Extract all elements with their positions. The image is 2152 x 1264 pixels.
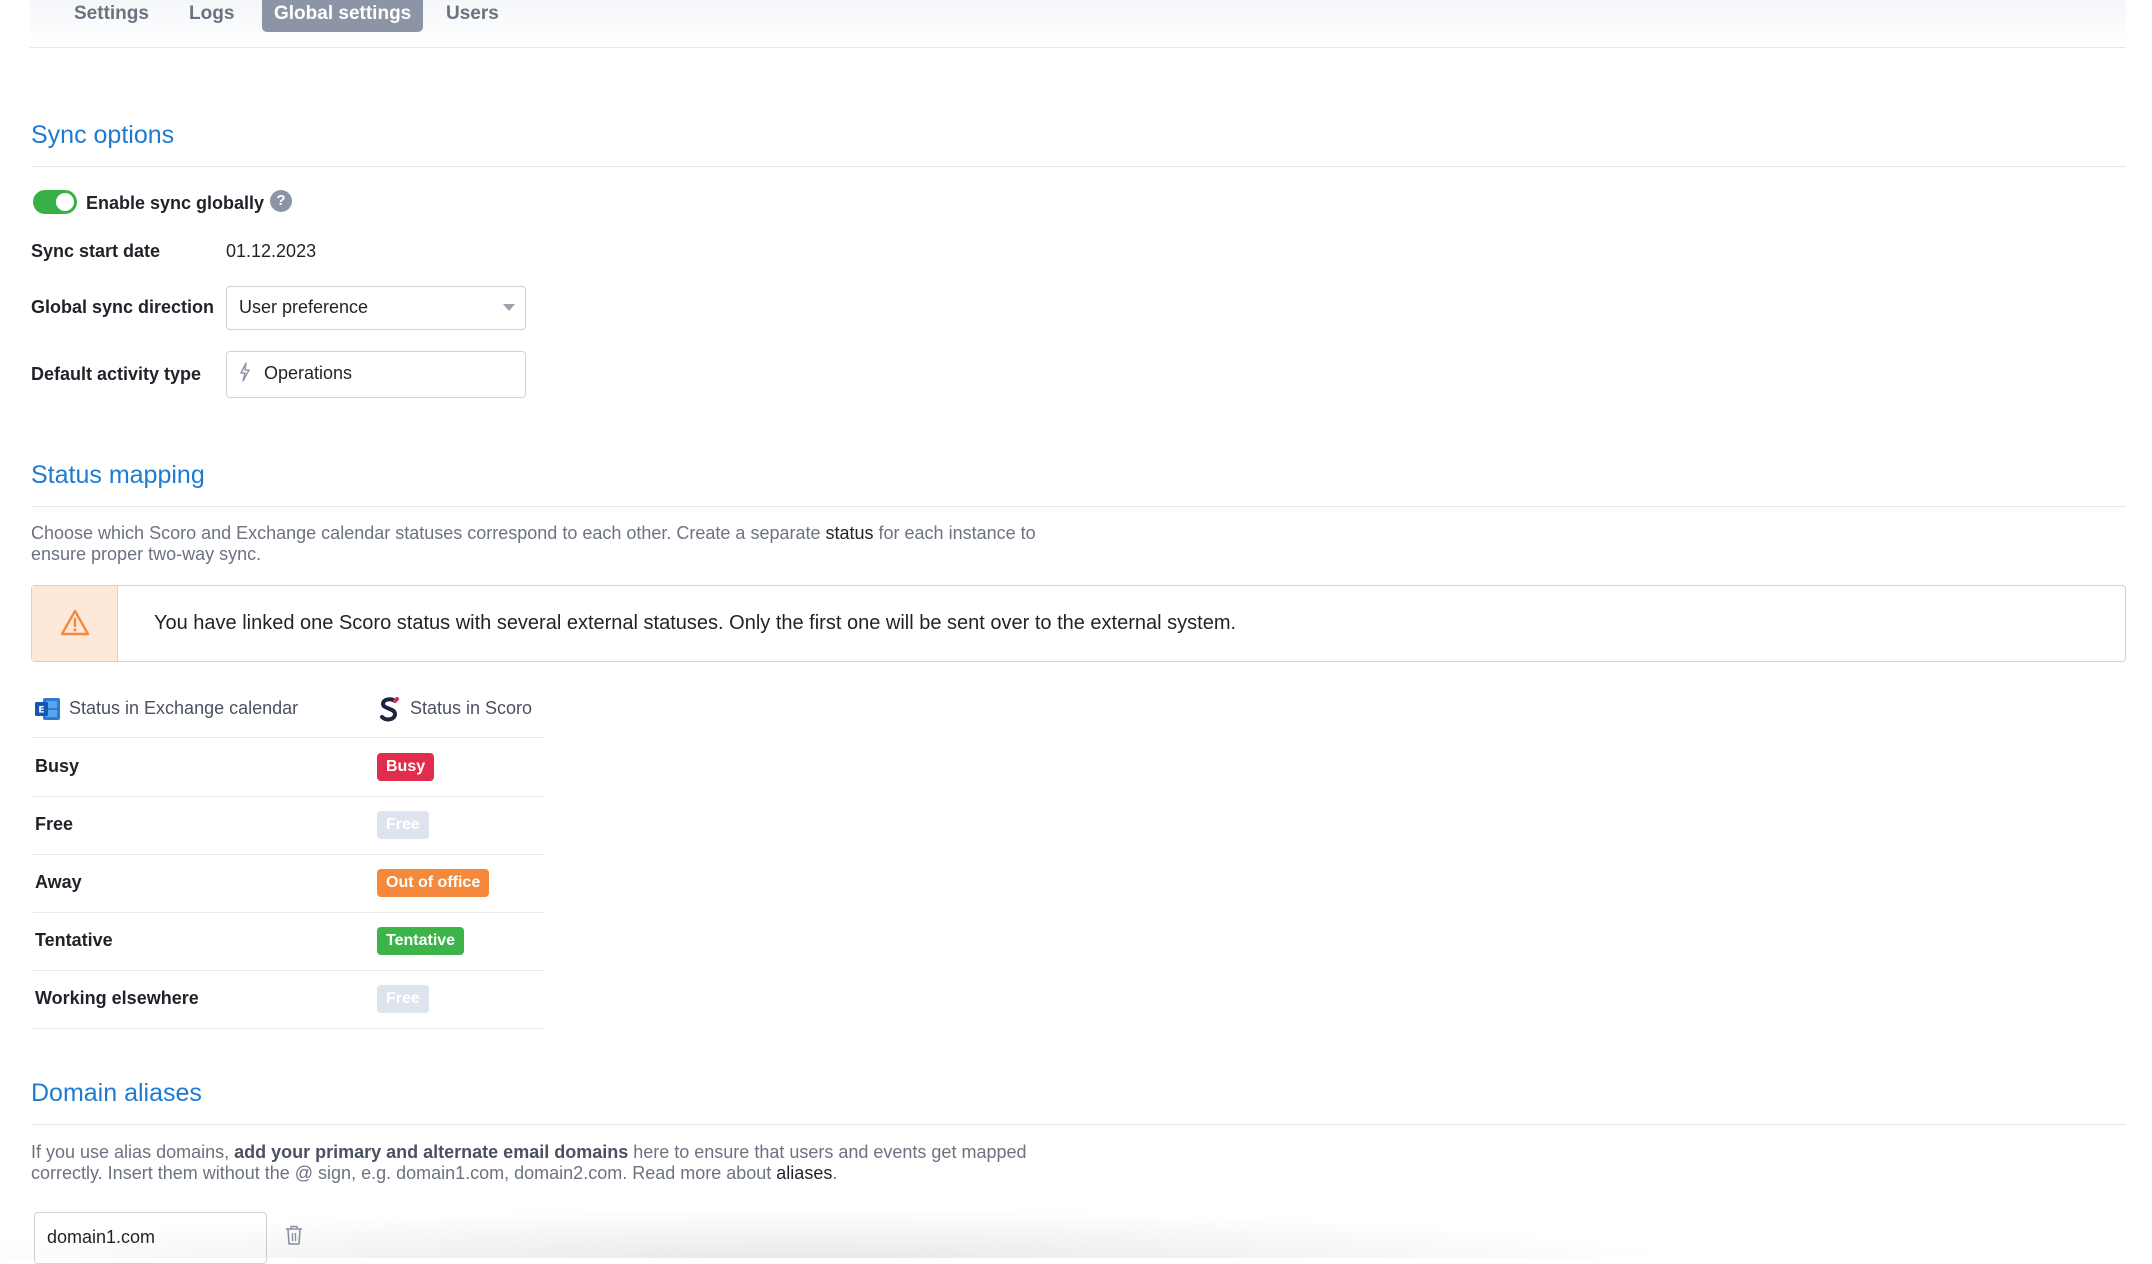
svg-text:E: E — [38, 706, 44, 716]
domain-aliases-description: If you use alias domains, add your prima… — [31, 1142, 1027, 1184]
sync-options-title: Sync options — [31, 121, 175, 149]
table-row: Away Out of office — [31, 854, 544, 913]
domain-aliases-divider — [31, 1124, 2126, 1125]
exchange-status-name: Free — [35, 814, 74, 834]
status-mapping-divider — [31, 506, 2126, 507]
enable-sync-toggle[interactable] — [33, 190, 77, 214]
alert-icon-cell — [32, 586, 118, 661]
desc-text: If you use alias domains, — [31, 1142, 235, 1162]
chevron-down-icon — [503, 304, 515, 311]
bottom-shadow — [0, 1178, 2152, 1258]
scoro-status-badge[interactable]: Tentative — [377, 927, 465, 955]
bolt-icon — [240, 362, 250, 382]
domain-alias-input[interactable]: domain1.com — [34, 1212, 267, 1264]
desc-text: for each instance to — [873, 523, 1036, 543]
table-row: Tentative Tentative — [31, 912, 544, 971]
status-mapping-description: Choose which Scoro and Exchange calendar… — [31, 523, 1036, 565]
table-row: Working elsewhere Free — [31, 970, 544, 1029]
exchange-status-name: Tentative — [35, 930, 113, 950]
global-sync-direction-value: User preference — [239, 297, 369, 317]
help-icon[interactable]: ? — [270, 190, 292, 212]
tab-settings[interactable]: Settings — [62, 0, 161, 32]
tab-users[interactable]: Users — [434, 0, 511, 32]
domain-aliases-title: Domain aliases — [31, 1079, 202, 1107]
scoro-status-badge[interactable]: Free — [377, 811, 429, 839]
warning-message: You have linked one Scoro status with se… — [154, 612, 1237, 634]
toggle-knob — [56, 193, 74, 211]
scoro-status-badge[interactable]: Busy — [377, 753, 435, 781]
scoro-status-badge[interactable]: Free — [377, 985, 429, 1013]
warning-icon — [60, 609, 90, 636]
sync-start-date-label: Sync start date — [31, 241, 161, 261]
global-sync-direction-select[interactable]: User preference — [226, 286, 526, 330]
exchange-status-name: Busy — [35, 756, 80, 776]
domain-alias-value: domain1.com — [47, 1227, 156, 1247]
sync-options-divider — [31, 166, 2126, 167]
column-exchange-status: Status in Exchange calendar — [69, 698, 299, 718]
scoro-status-badge[interactable]: Out of office — [377, 869, 490, 897]
desc-text: . — [832, 1163, 838, 1183]
exchange-status-name: Working elsewhere — [35, 988, 199, 1008]
desc-bold-text: add your primary and alternate email dom… — [234, 1142, 629, 1162]
desc-text: here to ensure that users and events get… — [628, 1142, 1027, 1162]
default-activity-type-field[interactable]: Operations — [226, 351, 526, 398]
sync-start-date-value: 01.12.2023 — [226, 241, 317, 261]
desc-text: ensure proper two-way sync. — [31, 544, 262, 564]
warning-alert: You have linked one Scoro status with se… — [31, 585, 2126, 662]
table-row: Free Free — [31, 796, 544, 855]
default-activity-type-label: Default activity type — [31, 364, 202, 384]
trash-icon[interactable] — [284, 1224, 304, 1246]
tab-bar: Settings Logs Global settings Users — [30, 0, 2126, 48]
desc-text: Choose which Scoro and Exchange calendar… — [31, 523, 826, 543]
default-activity-type-value: Operations — [264, 363, 353, 383]
desc-text: correctly. Insert them without the @ sig… — [31, 1163, 777, 1183]
global-sync-direction-label: Global sync direction — [31, 297, 215, 317]
enable-sync-label: Enable sync globally — [86, 193, 265, 213]
tab-logs[interactable]: Logs — [177, 0, 246, 32]
exchange-status-name: Away — [35, 872, 82, 892]
table-row: Busy Busy — [31, 737, 544, 797]
aliases-link[interactable]: aliases — [776, 1163, 832, 1183]
tab-global-settings[interactable]: Global settings — [262, 0, 424, 32]
scoro-logo-icon — [380, 697, 399, 722]
status-mapping-title: Status mapping — [31, 461, 205, 489]
status-link[interactable]: status — [826, 523, 874, 543]
column-scoro-status: Status in Scoro — [410, 698, 533, 718]
exchange-calendar-icon: E — [35, 698, 60, 720]
